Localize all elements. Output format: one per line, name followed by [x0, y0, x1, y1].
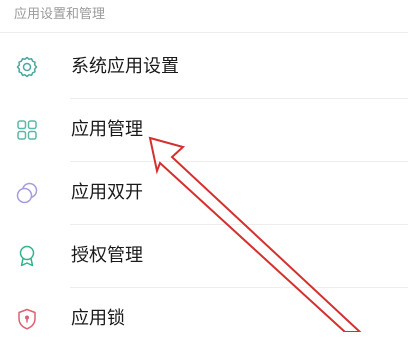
settings-item-app-management[interactable]: 应用管理 — [0, 99, 408, 161]
settings-item-label: 应用锁 — [71, 308, 125, 329]
shield-lock-icon — [15, 307, 39, 331]
settings-item-system-apps[interactable]: 系统应用设置 — [0, 36, 408, 98]
award-icon — [15, 244, 39, 268]
gear-icon — [15, 55, 39, 79]
settings-item-authorization[interactable]: 授权管理 — [0, 225, 408, 287]
settings-item-label: 应用管理 — [71, 119, 143, 140]
header-divider — [0, 32, 408, 33]
settings-item-label: 系统应用设置 — [71, 56, 179, 77]
settings-item-label: 应用双开 — [71, 182, 143, 203]
settings-item-label: 授权管理 — [71, 245, 143, 266]
settings-item-dual-apps[interactable]: 应用双开 — [0, 162, 408, 224]
section-header: 应用设置和管理 — [14, 7, 106, 22]
dual-app-icon — [15, 181, 39, 205]
settings-item-app-lock[interactable]: 应用锁 — [0, 288, 408, 350]
grid-icon — [15, 118, 39, 142]
